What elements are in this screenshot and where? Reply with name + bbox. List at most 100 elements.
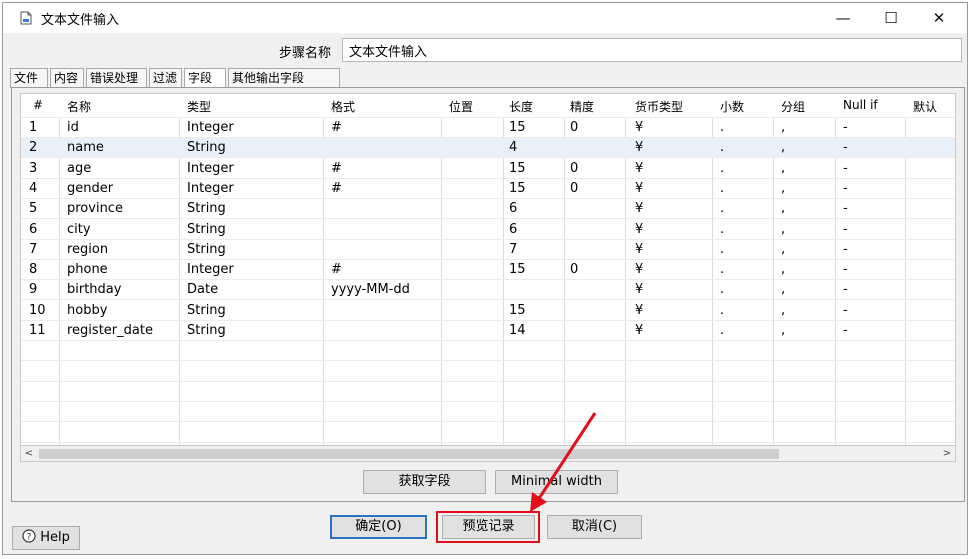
table-cell[interactable]: 0 [570,120,578,135]
table-cell[interactable]: register_date [67,323,153,338]
table-cell[interactable]: , [781,262,785,277]
table-cell[interactable]: 14 [509,323,526,338]
table-cell[interactable]: name [67,140,104,155]
table-cell[interactable]: ¥ [635,181,643,196]
table-cell[interactable]: . [720,140,724,155]
table-cell[interactable]: , [781,303,785,318]
table-cell[interactable]: String [187,201,226,216]
table-cell[interactable]: ¥ [635,140,643,155]
table-cell[interactable]: , [781,201,785,216]
minimize-button[interactable]: — [820,3,866,33]
empty-table-row[interactable] [21,423,955,443]
table-cell[interactable]: , [781,242,785,257]
table-cell[interactable]: String [187,323,226,338]
empty-table-row[interactable] [21,341,955,362]
tab-0[interactable]: 文件 [10,68,48,88]
table-cell[interactable]: 7 [29,242,37,257]
table-cell[interactable]: , [781,181,785,196]
table-cell[interactable]: Integer [187,120,234,135]
tab-4[interactable]: 字段 [184,68,226,89]
table-cell[interactable]: region [67,242,108,257]
table-cell[interactable]: birthday [67,282,121,297]
table-cell[interactable]: age [67,161,91,176]
table-cell[interactable]: . [720,161,724,176]
table-cell[interactable]: String [187,140,226,155]
table-cell[interactable]: province [67,201,123,216]
table-cell[interactable]: . [720,282,724,297]
table-cell[interactable]: 15 [509,161,526,176]
table-cell[interactable]: id [67,120,79,135]
table-cell[interactable]: ¥ [635,282,643,297]
column-header[interactable]: 长度 [509,98,533,115]
column-header[interactable]: 货币类型 [635,98,683,115]
table-cell[interactable]: - [843,140,848,155]
table-cell[interactable]: 5 [29,201,37,216]
table-cell[interactable]: ¥ [635,262,643,277]
table-cell[interactable]: . [720,323,724,338]
table-cell[interactable]: 3 [29,161,37,176]
table-row[interactable]: 3 age Integer #15 0 ¥., - [21,159,955,179]
table-row[interactable]: 9 birthday Date yyyy-MM-dd ¥., - [21,280,955,301]
table-cell[interactable]: - [843,222,848,237]
table-row[interactable]: 4 gender Integer #15 0 ¥., - [21,179,955,199]
table-cell[interactable]: - [843,282,848,297]
table-cell[interactable]: # [331,161,342,176]
table-cell[interactable]: ¥ [635,222,643,237]
table-cell[interactable]: ¥ [635,242,643,257]
table-cell[interactable]: hobby [67,303,107,318]
tab-2[interactable]: 错误处理 [86,68,147,88]
table-cell[interactable]: Integer [187,181,234,196]
tab-3[interactable]: 过滤 [149,68,182,88]
table-cell[interactable]: - [843,161,848,176]
empty-table-row[interactable] [21,402,955,423]
scroll-left-icon[interactable]: < [21,446,37,462]
table-cell[interactable]: , [781,282,785,297]
table-cell[interactable]: yyyy-MM-dd [331,282,410,297]
table-cell[interactable]: 15 [509,262,526,277]
table-cell[interactable]: 4 [509,140,517,155]
tab-1[interactable]: 内容 [50,68,84,88]
table-cell[interactable]: 0 [570,161,578,176]
column-header[interactable]: 分组 [781,98,805,115]
get-fields-button[interactable]: 获取字段 [363,470,486,494]
table-cell[interactable]: # [331,262,342,277]
table-cell[interactable]: - [843,201,848,216]
table-cell[interactable]: - [843,242,848,257]
maximize-button[interactable]: ☐ [868,3,914,33]
table-cell[interactable]: 8 [29,262,37,277]
table-cell[interactable]: . [720,222,724,237]
table-cell[interactable]: 6 [509,201,517,216]
table-cell[interactable]: , [781,222,785,237]
empty-table-row[interactable] [21,382,955,402]
table-cell[interactable]: - [843,181,848,196]
table-cell[interactable]: ¥ [635,323,643,338]
scroll-right-icon[interactable]: > [939,446,955,462]
table-row[interactable]: 10 hobby String 15 ¥., - [21,301,955,321]
table-cell[interactable]: String [187,242,226,257]
column-header[interactable]: 名称 [67,98,91,115]
table-cell[interactable]: gender [67,181,113,196]
column-header[interactable]: # [33,98,43,112]
table-cell[interactable]: - [843,262,848,277]
table-cell[interactable]: , [781,120,785,135]
table-cell[interactable]: , [781,161,785,176]
table-cell[interactable]: . [720,181,724,196]
cancel-button[interactable]: 取消(C) [547,515,642,539]
table-cell[interactable]: String [187,222,226,237]
table-row[interactable]: 8 phone Integer #15 0 ¥., - [21,260,955,281]
table-cell[interactable]: . [720,201,724,216]
table-cell[interactable]: 6 [509,222,517,237]
column-header[interactable]: 位置 [449,98,473,115]
help-button[interactable]: ? Help [12,526,80,550]
close-button[interactable]: ✕ [916,3,962,33]
table-cell[interactable]: ¥ [635,303,643,318]
table-cell[interactable]: 10 [29,303,46,318]
table-cell[interactable]: phone [67,262,108,277]
fields-table[interactable]: # 名称 类型 格式 位置 长度 精度 货币类型 小数 分组 Null if 默认 1 id Integer… [20,93,956,451]
table-cell[interactable]: ¥ [635,161,643,176]
table-row[interactable]: 5 province String 6 ¥., - [21,199,955,220]
table-cell[interactable]: 2 [29,140,37,155]
table-cell[interactable]: 6 [29,222,37,237]
table-cell[interactable]: 9 [29,282,37,297]
table-cell[interactable]: 1 [29,120,37,135]
